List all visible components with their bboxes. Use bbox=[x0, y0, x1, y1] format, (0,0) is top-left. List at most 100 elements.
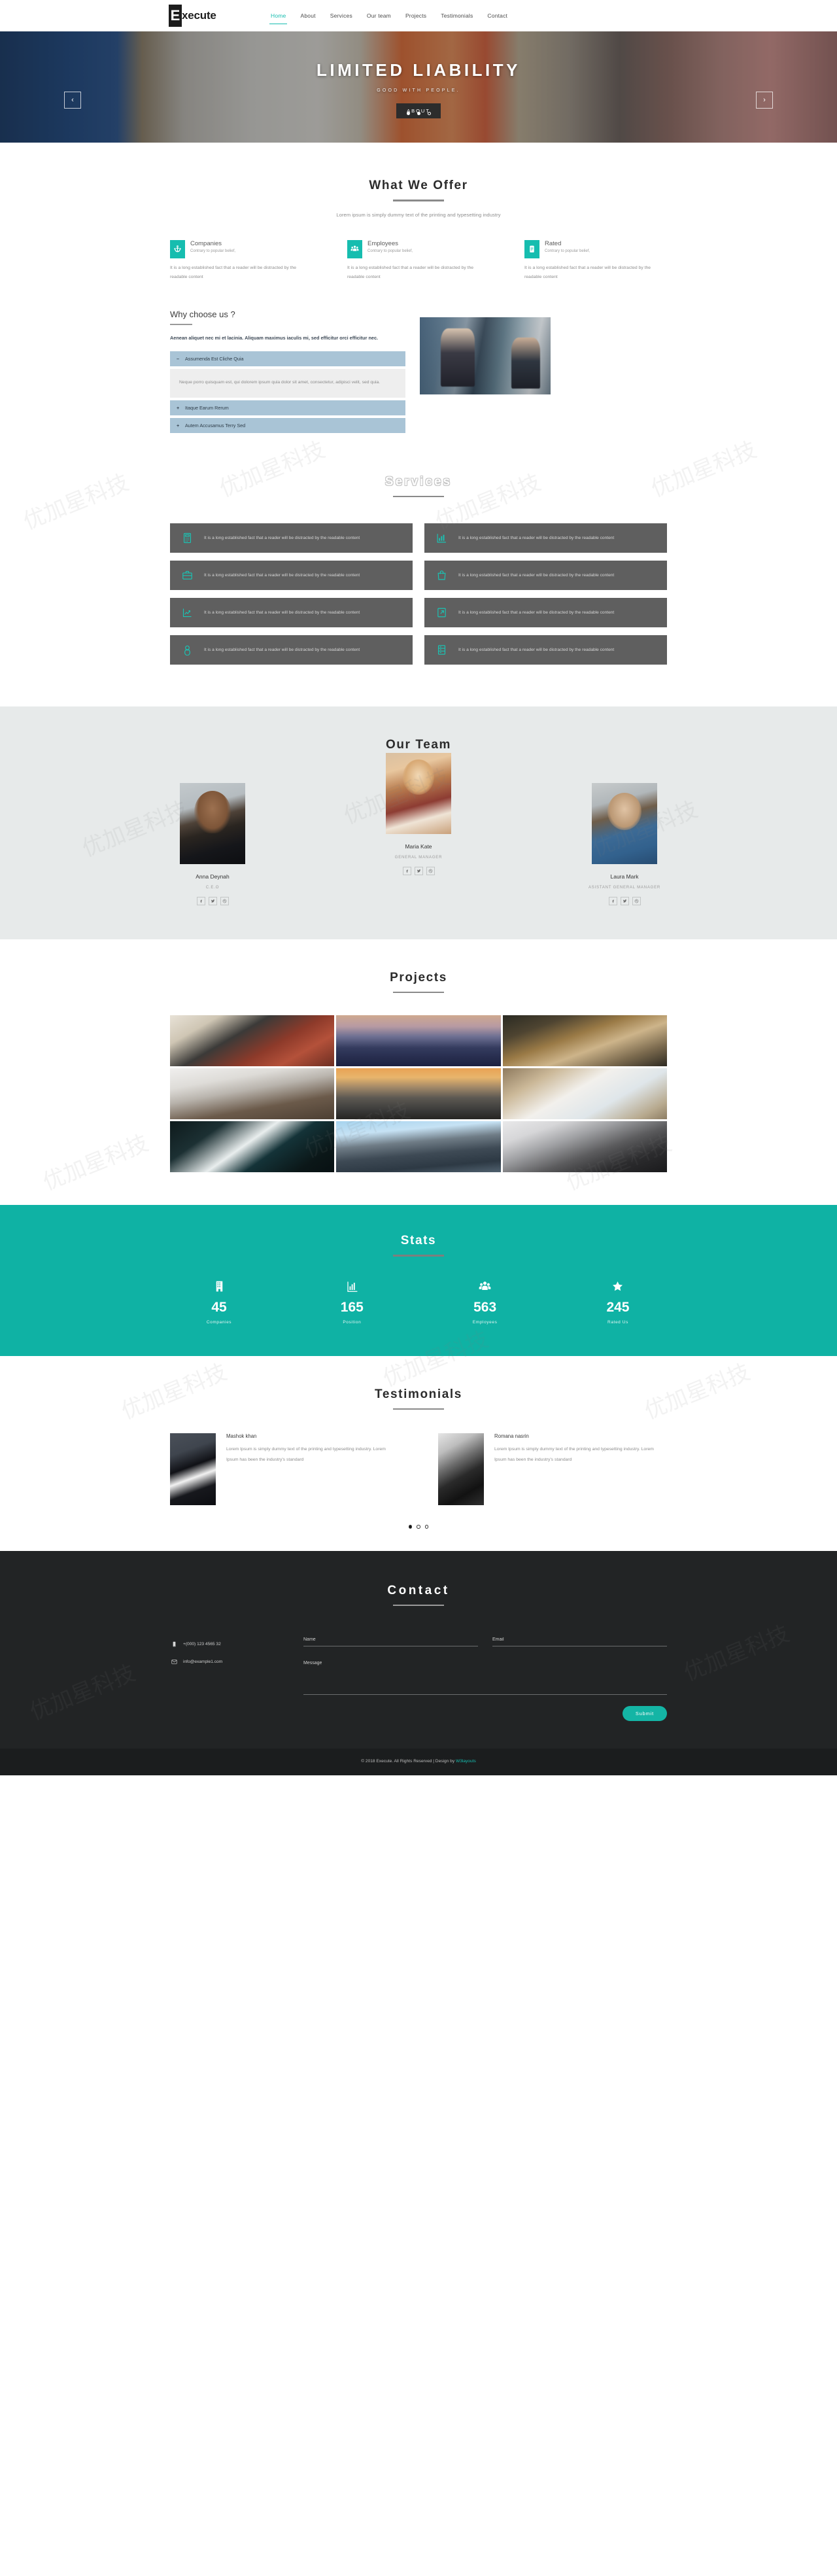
avatar bbox=[180, 782, 245, 864]
facebook-icon[interactable] bbox=[608, 896, 617, 905]
service-card[interactable]: It is a long established fact that a rea… bbox=[424, 523, 667, 553]
carousel-next-icon[interactable]: › bbox=[756, 92, 773, 109]
project-thumbnail[interactable] bbox=[336, 1121, 501, 1173]
nav-item-projects[interactable]: Projects bbox=[404, 10, 428, 22]
offer-card-title: Employees bbox=[367, 239, 398, 247]
contact-email: info@example1.com bbox=[183, 1660, 223, 1665]
service-card-text: It is a long established fact that a rea… bbox=[204, 536, 360, 541]
contact-phone: +(000) 123 4565 32 bbox=[183, 1642, 221, 1647]
project-thumbnail[interactable] bbox=[336, 1068, 501, 1120]
offer-card-body: It is a long established fact that a rea… bbox=[347, 265, 474, 279]
service-card-text: It is a long established fact that a rea… bbox=[458, 610, 615, 616]
stat-label: Employees bbox=[472, 1319, 498, 1325]
accordion-header-3[interactable]: + Autem Accusamus Terry Sed bbox=[170, 417, 405, 433]
twitter-icon[interactable] bbox=[414, 866, 423, 875]
team-socials bbox=[582, 896, 667, 905]
brand-name: xecute bbox=[182, 9, 216, 22]
stat-value: 165 bbox=[340, 1299, 364, 1315]
twitter-icon[interactable] bbox=[208, 896, 217, 905]
offer-title: What We Offer bbox=[369, 179, 468, 192]
service-card[interactable]: It is a long established fact that a rea… bbox=[170, 635, 413, 665]
designer-link[interactable]: W3layouts bbox=[456, 1759, 476, 1764]
message-field-wrap bbox=[303, 1660, 667, 1698]
submit-button[interactable]: Submit bbox=[622, 1706, 667, 1722]
avatar bbox=[592, 782, 657, 864]
service-card[interactable]: It is a long established fact that a rea… bbox=[424, 598, 667, 628]
external-link-icon bbox=[435, 607, 448, 618]
testimonial-dot[interactable] bbox=[417, 1525, 420, 1529]
project-thumbnail[interactable] bbox=[336, 1015, 501, 1067]
nav-item-testimonials[interactable]: Testimonials bbox=[439, 10, 474, 22]
project-thumbnail[interactable] bbox=[502, 1015, 667, 1067]
testimonial-dot[interactable] bbox=[424, 1525, 429, 1529]
brand-logo[interactable]: E xecute bbox=[169, 0, 216, 31]
offer-title-rule bbox=[393, 200, 444, 201]
line-chart-icon bbox=[180, 607, 194, 618]
nav-item-home[interactable]: Home bbox=[269, 10, 288, 24]
hero-title: LIMITED LIABILITY bbox=[316, 60, 521, 80]
building-icon bbox=[170, 1279, 268, 1295]
testimonial-dot[interactable] bbox=[408, 1525, 413, 1529]
team-member-name: Laura Mark bbox=[610, 873, 639, 880]
facebook-icon[interactable] bbox=[402, 866, 411, 875]
project-thumbnail[interactable] bbox=[170, 1068, 335, 1120]
bar-chart-icon bbox=[435, 532, 448, 544]
contact-details: +(000) 123 4565 32 info@example1.com bbox=[170, 1632, 288, 1721]
project-thumbnail[interactable] bbox=[502, 1068, 667, 1120]
contact-grid: +(000) 123 4565 32 info@example1.com Nam… bbox=[170, 1632, 667, 1722]
copyright-text: © 2018 Execute. All Rights Reserved | De… bbox=[0, 1759, 837, 1764]
service-card[interactable]: It is a long established fact that a rea… bbox=[170, 523, 413, 553]
avatar bbox=[386, 752, 451, 834]
message-textarea[interactable] bbox=[303, 1660, 667, 1696]
accordion-toggle-icon: + bbox=[177, 422, 180, 428]
hero-about-button[interactable]: ABOUT bbox=[396, 103, 441, 118]
service-card[interactable]: It is a long established fact that a rea… bbox=[424, 635, 667, 665]
dribbble-icon[interactable] bbox=[632, 896, 641, 905]
twitter-icon[interactable] bbox=[620, 896, 629, 905]
team-member-name: Anna Deynah bbox=[196, 873, 230, 880]
service-card-text: It is a long established fact that a rea… bbox=[458, 536, 615, 541]
site-footer: © 2018 Execute. All Rights Reserved | De… bbox=[0, 1749, 837, 1776]
copyright-prefix: © 2018 Execute. All Rights Reserved | De… bbox=[361, 1759, 456, 1764]
contact-title-rule bbox=[393, 1604, 444, 1607]
stat-label: Companies bbox=[206, 1319, 232, 1325]
hero-subtitle: GOOD WITH PEOPLE. bbox=[377, 88, 460, 93]
dribbble-icon[interactable] bbox=[426, 866, 435, 875]
testimonials-dots bbox=[0, 1525, 837, 1529]
accordion-header-2[interactable]: + Itaque Earum Rerum bbox=[170, 400, 405, 415]
carousel-dot[interactable] bbox=[417, 112, 420, 115]
accordion-header-1[interactable]: – Assumenda Est Cliche Quia bbox=[170, 351, 405, 367]
users-icon bbox=[436, 1279, 534, 1295]
accordion-body-1: Neque porro quisquam est, qui dolorem ip… bbox=[170, 369, 405, 398]
testimonial-card: Mashok khan Lorem Ipsum is simply dummy … bbox=[170, 1433, 399, 1506]
project-thumbnail[interactable] bbox=[170, 1121, 335, 1173]
projects-title-rule bbox=[393, 991, 444, 994]
nav-item-our-team[interactable]: Our team bbox=[366, 10, 392, 22]
service-card[interactable]: It is a long established fact that a rea… bbox=[170, 598, 413, 628]
name-field-wrap bbox=[303, 1632, 478, 1647]
nav-item-services[interactable]: Services bbox=[329, 10, 354, 22]
name-input[interactable] bbox=[303, 1636, 478, 1647]
service-card[interactable]: It is a long established fact that a rea… bbox=[424, 561, 667, 591]
services-title: Services bbox=[384, 474, 453, 489]
carousel-prev-icon[interactable]: ‹ bbox=[64, 92, 81, 109]
accordion-label: Autem Accusamus Terry Sed bbox=[185, 422, 246, 428]
services-grid: It is a long established fact that a rea… bbox=[170, 523, 667, 665]
project-thumbnail[interactable] bbox=[502, 1121, 667, 1173]
dribbble-icon[interactable] bbox=[220, 896, 229, 905]
nav-item-about[interactable]: About bbox=[299, 10, 316, 22]
server-icon bbox=[435, 644, 448, 655]
project-thumbnail[interactable] bbox=[170, 1015, 335, 1067]
shopping-bag-icon bbox=[435, 570, 448, 581]
offer-card-body: It is a long established fact that a rea… bbox=[170, 265, 297, 279]
carousel-dot[interactable] bbox=[406, 112, 410, 115]
offer-card-tagline: Contrary to popular belief, bbox=[190, 249, 236, 253]
stat-label: Position bbox=[343, 1319, 362, 1325]
email-input[interactable] bbox=[492, 1636, 667, 1647]
service-card[interactable]: It is a long established fact that a rea… bbox=[170, 561, 413, 591]
testimonials-title: Testimonials bbox=[375, 1387, 462, 1401]
nav-item-contact[interactable]: Contact bbox=[486, 10, 509, 22]
facebook-icon[interactable] bbox=[196, 896, 205, 905]
contact-title: Contact bbox=[387, 1583, 450, 1597]
carousel-dot[interactable] bbox=[427, 112, 431, 115]
